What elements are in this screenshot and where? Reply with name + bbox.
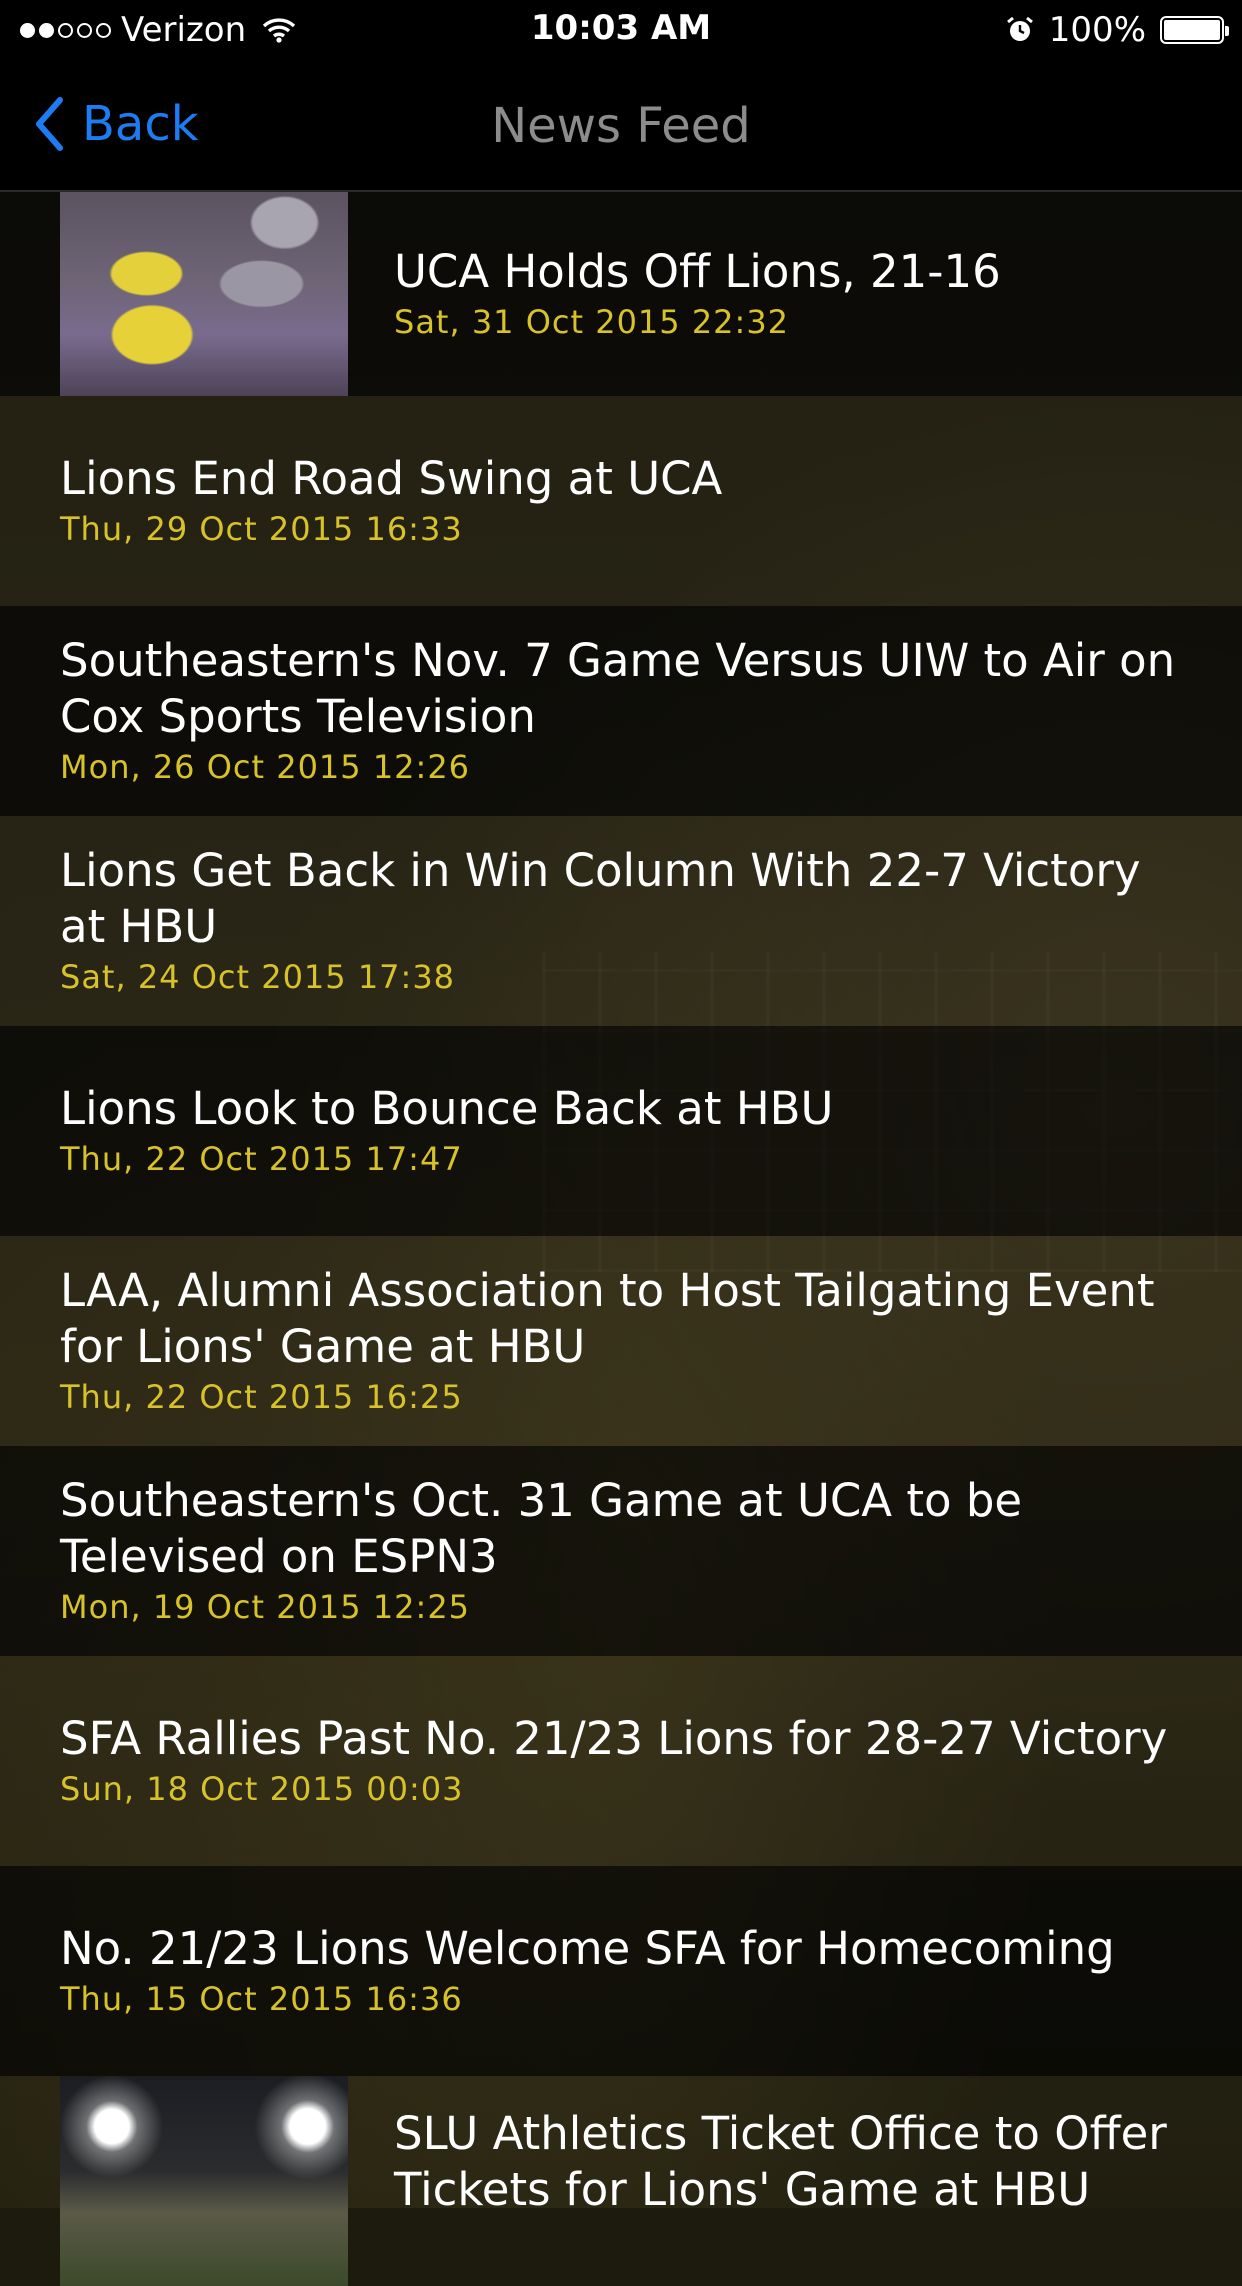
news-title: SLU Athletics Ticket Office to Offer Tic… xyxy=(394,2107,1167,2216)
news-title: UCA Holds Off Lions, 21-16 xyxy=(394,245,1001,298)
news-item[interactable]: Lions Get Back in Win Column With 22-7 V… xyxy=(0,816,1242,1026)
news-title: Southeastern's Oct. 31 Game at UCA to be… xyxy=(60,1474,1023,1583)
news-date: Sat, 24 Oct 2015 17:38 xyxy=(60,958,456,996)
news-item[interactable]: UCA Holds Off Lions, 21-16 Sat, 31 Oct 2… xyxy=(0,192,1242,396)
news-title: Lions End Road Swing at UCA xyxy=(60,452,723,505)
news-thumbnail xyxy=(60,2076,348,2286)
news-item[interactable]: Lions End Road Swing at UCA Thu, 29 Oct … xyxy=(0,396,1242,606)
alarm-icon xyxy=(1005,15,1035,45)
news-title: Lions Look to Bounce Back at HBU xyxy=(60,1082,834,1135)
news-item[interactable]: No. 21/23 Lions Welcome SFA for Homecomi… xyxy=(0,1866,1242,2076)
news-date: Sun, 18 Oct 2015 00:03 xyxy=(60,1770,464,1808)
page-title: News Feed xyxy=(491,98,751,154)
news-title: Lions Get Back in Win Column With 22-7 V… xyxy=(60,844,1141,953)
news-item[interactable]: Southeastern's Nov. 7 Game Versus UIW to… xyxy=(0,606,1242,816)
news-date: Thu, 22 Oct 2015 16:25 xyxy=(60,1378,463,1416)
status-bar: Verizon 10:03 AM 100% xyxy=(0,0,1242,60)
news-thumbnail xyxy=(60,192,348,396)
news-item[interactable]: LAA, Alumni Association to Host Tailgati… xyxy=(0,1236,1242,1446)
news-title: No. 21/23 Lions Welcome SFA for Homecomi… xyxy=(60,1922,1115,1975)
news-item[interactable]: Lions Look to Bounce Back at HBU Thu, 22… xyxy=(0,1026,1242,1236)
news-item[interactable]: Southeastern's Oct. 31 Game at UCA to be… xyxy=(0,1446,1242,1656)
news-date: Mon, 19 Oct 2015 12:25 xyxy=(60,1588,471,1626)
news-title: Southeastern's Nov. 7 Game Versus UIW to… xyxy=(60,634,1176,743)
news-title: SFA Rallies Past No. 21/23 Lions for 28-… xyxy=(60,1712,1168,1765)
status-bar-right: 100% xyxy=(1005,8,1229,52)
news-title: LAA, Alumni Association to Host Tailgati… xyxy=(60,1264,1155,1373)
navigation-bar: Back News Feed xyxy=(0,60,1242,192)
news-date: Mon, 26 Oct 2015 12:26 xyxy=(60,748,471,786)
news-item[interactable]: SLU Athletics Ticket Office to Offer Tic… xyxy=(0,2076,1242,2286)
news-date: Thu, 22 Oct 2015 17:47 xyxy=(60,1140,463,1178)
news-item[interactable]: SFA Rallies Past No. 21/23 Lions for 28-… xyxy=(0,1656,1242,1866)
news-list: UCA Holds Off Lions, 21-16 Sat, 31 Oct 2… xyxy=(0,192,1242,2286)
news-date: Sat, 31 Oct 2015 22:32 xyxy=(394,303,790,341)
news-date: Thu, 15 Oct 2015 16:36 xyxy=(60,1980,463,2018)
battery-percent: 100% xyxy=(1048,10,1146,50)
news-date: Thu, 29 Oct 2015 16:33 xyxy=(60,510,463,548)
battery-icon xyxy=(1160,16,1229,44)
